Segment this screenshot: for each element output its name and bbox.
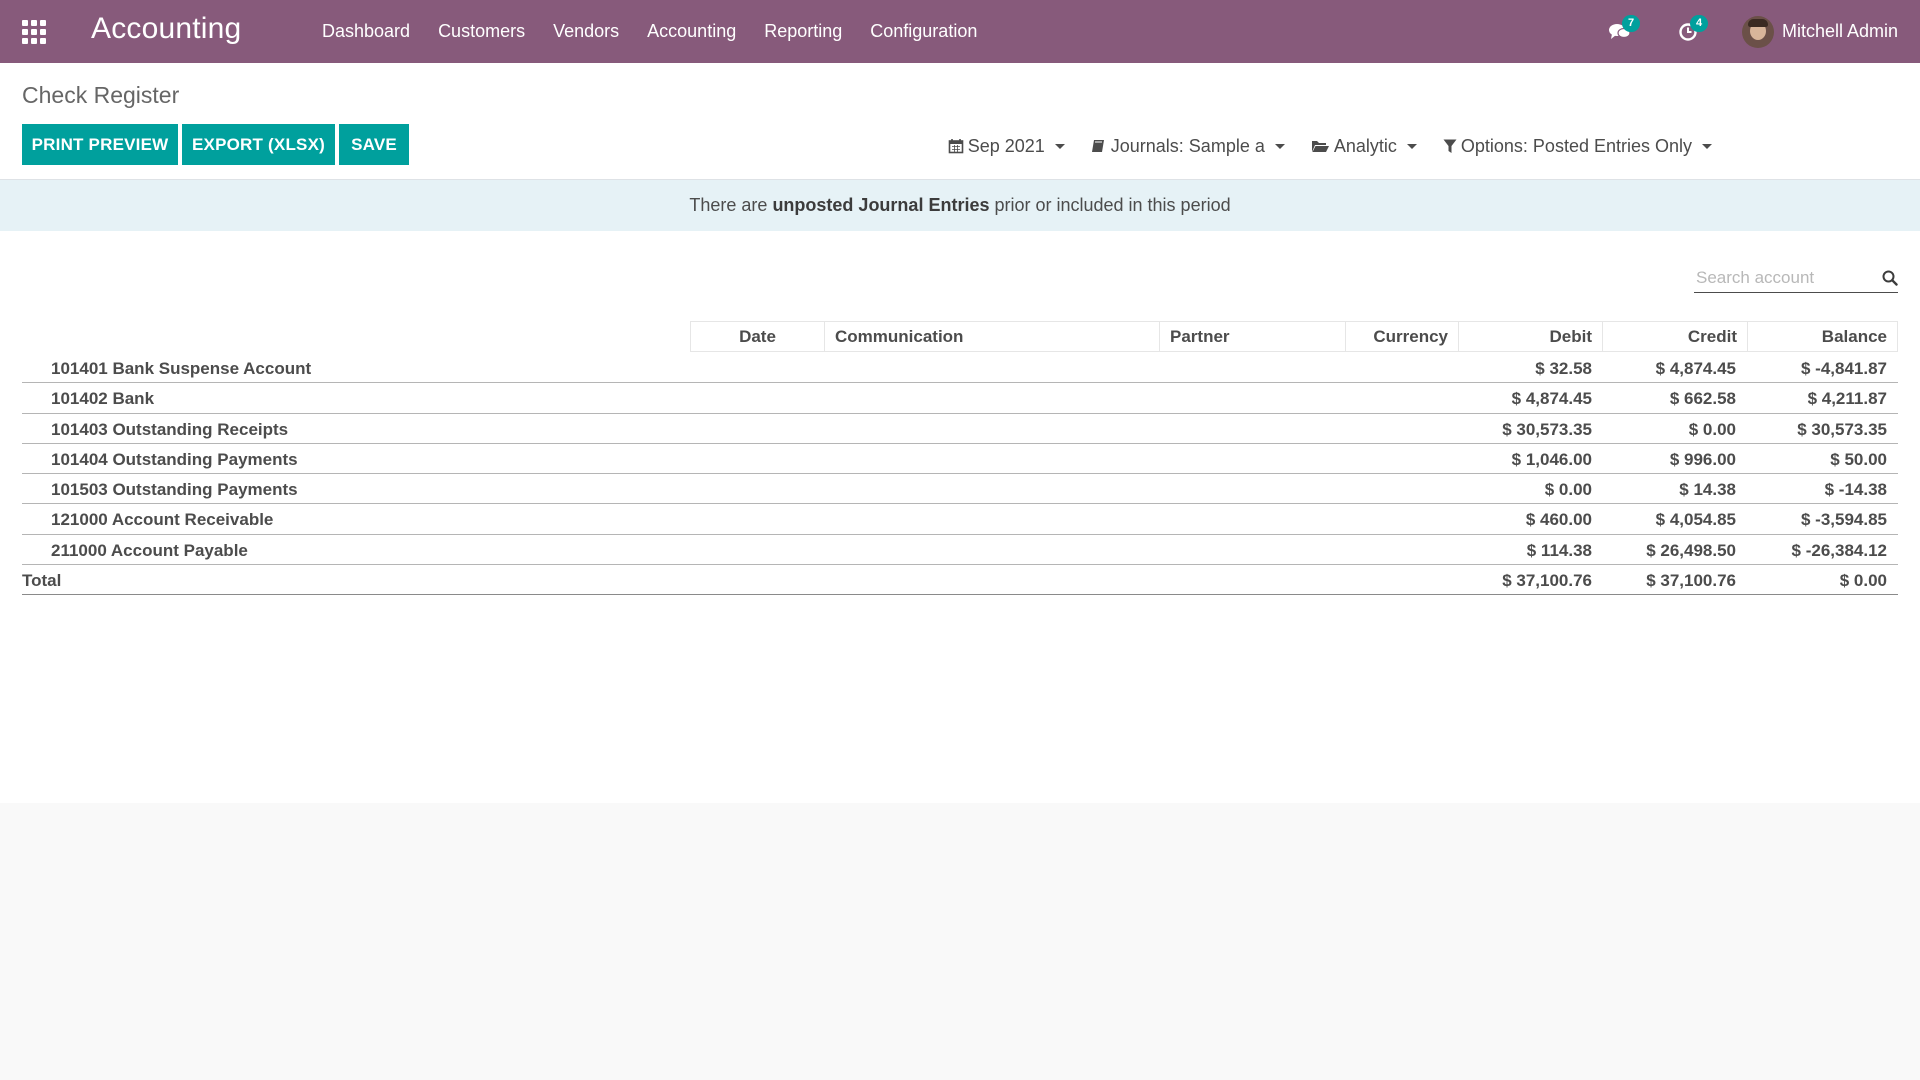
debit-value: $ 1,046.00 [1511, 449, 1592, 469]
table-header: Date Communication Partner Currency Debi… [690, 321, 1898, 352]
account-name[interactable]: 101402 Bank [51, 389, 154, 409]
caret-down-icon [1702, 143, 1712, 149]
account-name[interactable]: 211000 Account Payable [51, 541, 248, 561]
debit-value: $ 114.38 [1526, 540, 1592, 560]
balance-value: $ -26,384.12 [1791, 540, 1887, 560]
credit-value: $ 996.00 [1669, 449, 1736, 469]
total-balance-value: $ 0.00 [1839, 571, 1887, 591]
total-debit-value: $ 37,100.76 [1502, 571, 1592, 591]
export-xlsx-button[interactable]: EXPORT (XLSX) [182, 124, 335, 165]
account-name[interactable]: 101404 Outstanding Payments [51, 450, 298, 470]
apps-grid-icon[interactable] [22, 20, 48, 44]
alert-prefix: There are [689, 195, 773, 215]
activities-button[interactable]: 4 [1674, 14, 1709, 46]
save-button[interactable]: SAVE [339, 124, 409, 165]
credit-value: $ 0.00 [1688, 419, 1736, 439]
menu-item-dashboard[interactable]: Dashboard [322, 21, 410, 42]
report-content: Date Communication Partner Currency Debi… [0, 231, 1920, 803]
options-filter-label: Options: Posted Entries Only [1460, 135, 1692, 156]
messages-count-badge: 7 [1621, 14, 1641, 32]
analytic-filter-dropdown[interactable]: Analytic [1311, 136, 1417, 157]
report-rows: 101401 Bank Suspense Account $ 32.58 $ 4… [22, 353, 1898, 596]
account-name[interactable]: 101403 Outstanding Receipts [51, 420, 288, 440]
balance-value: $ 4,211.87 [1807, 389, 1887, 409]
menu-item-configuration[interactable]: Configuration [870, 21, 977, 42]
table-row[interactable]: 101401 Bank Suspense Account $ 32.58 $ 4… [22, 353, 1898, 384]
table-row[interactable]: 101503 Outstanding Payments $ 0.00 $ 14.… [22, 474, 1898, 505]
col-debit: Debit [1458, 321, 1603, 352]
page-background [0, 803, 1920, 1080]
total-row: Total $ 37,100.76 $ 37,100.76 $ 0.00 [22, 565, 1898, 596]
user-name: Mitchell Admin [1781, 21, 1898, 41]
debit-value: $ 32.58 [1535, 359, 1592, 378]
user-menu[interactable]: Mitchell Admin [1741, 15, 1898, 48]
col-communication: Communication [824, 321, 1160, 352]
caret-down-icon [1406, 143, 1417, 149]
debit-value: $ 460.00 [1525, 510, 1592, 530]
col-date: Date [690, 321, 825, 352]
total-label: Total [22, 571, 62, 591]
journals-filter-label: Journals: Sample a [1110, 135, 1265, 156]
debit-value: $ 4,874.45 [1511, 389, 1592, 409]
menu-item-customers[interactable]: Customers [438, 21, 525, 42]
table-row[interactable]: 211000 Account Payable $ 114.38 $ 26,498… [22, 535, 1898, 566]
col-balance: Balance [1747, 321, 1898, 352]
col-credit: Credit [1602, 321, 1748, 352]
avatar [1741, 15, 1774, 48]
messages-button[interactable]: 7 [1606, 14, 1641, 46]
credit-value: $ 14.38 [1679, 480, 1736, 500]
journals-filter-dropdown[interactable]: Journals: Sample a [1091, 136, 1285, 157]
table-row[interactable]: 101403 Outstanding Receipts $ 30,573.35 … [22, 414, 1898, 444]
debit-value: $ 30,573.35 [1502, 419, 1592, 439]
col-partner: Partner [1159, 321, 1346, 352]
credit-value: $ 662.58 [1669, 389, 1736, 409]
balance-value: $ -3,594.85 [1800, 510, 1887, 530]
top-navbar: Accounting Dashboard Customers Vendors A… [0, 0, 1920, 63]
credit-value: $ 4,054.85 [1655, 510, 1736, 530]
menu-item-reporting[interactable]: Reporting [764, 21, 842, 42]
total-credit-value: $ 37,100.76 [1646, 571, 1736, 591]
account-name[interactable]: 101401 Bank Suspense Account [51, 359, 311, 379]
balance-value: $ 30,573.35 [1797, 419, 1887, 439]
app-brand-title[interactable]: Accounting [91, 12, 241, 46]
activities-count-badge: 4 [1689, 14, 1709, 32]
table-row[interactable]: 101402 Bank $ 4,874.45 $ 662.58 $ 4,211.… [22, 383, 1898, 414]
alert-link-unposted-entries[interactable]: unposted Journal Entries [772, 195, 989, 216]
credit-value: $ 26,498.50 [1646, 540, 1736, 560]
caret-down-icon [1274, 143, 1285, 149]
unposted-entries-alert: There are unposted Journal Entries prior… [0, 180, 1920, 231]
page-title: Check Register [22, 82, 180, 108]
filter-funnel-icon [1443, 139, 1457, 153]
col-currency: Currency [1345, 321, 1459, 352]
search-account-input[interactable] [1694, 268, 1864, 288]
credit-value: $ 4,874.45 [1655, 359, 1736, 378]
folder-open-icon [1311, 141, 1329, 152]
date-filter-dropdown[interactable]: Sep 2021 [948, 136, 1065, 157]
date-filter-label: Sep 2021 [967, 135, 1045, 156]
balance-value: $ -4,841.87 [1800, 359, 1887, 378]
account-name[interactable]: 101503 Outstanding Payments [51, 480, 298, 500]
report-filters: Sep 2021 Journals: Sample a Analytic Opt… [922, 133, 1712, 159]
search-icon[interactable] [1882, 270, 1898, 286]
balance-value: $ -14.38 [1824, 480, 1887, 500]
caret-down-icon [1054, 143, 1065, 149]
menu-item-vendors[interactable]: Vendors [553, 21, 619, 42]
book-icon [1091, 140, 1104, 152]
table-row[interactable]: 101404 Outstanding Payments $ 1,046.00 $… [22, 444, 1898, 475]
options-filter-dropdown[interactable]: Options: Posted Entries Only [1443, 136, 1712, 157]
search-account-box [1694, 264, 1898, 293]
main-menu: Dashboard Customers Vendors Accounting R… [322, 0, 1005, 63]
menu-item-accounting[interactable]: Accounting [647, 21, 736, 42]
table-row[interactable]: 121000 Account Receivable $ 460.00 $ 4,0… [22, 504, 1898, 535]
alert-suffix: prior or included in this period [989, 195, 1231, 215]
systray: 7 4 Mitchell Admin [1606, 0, 1920, 63]
account-name[interactable]: 121000 Account Receivable [51, 510, 273, 530]
balance-value: $ 50.00 [1830, 449, 1887, 469]
analytic-filter-label: Analytic [1333, 135, 1397, 156]
debit-value: $ 0.00 [1544, 480, 1592, 500]
control-panel: Check Register PRINT PREVIEW EXPORT (XLS… [0, 63, 1920, 180]
calendar-icon [948, 139, 963, 154]
print-preview-button[interactable]: PRINT PREVIEW [22, 124, 178, 165]
